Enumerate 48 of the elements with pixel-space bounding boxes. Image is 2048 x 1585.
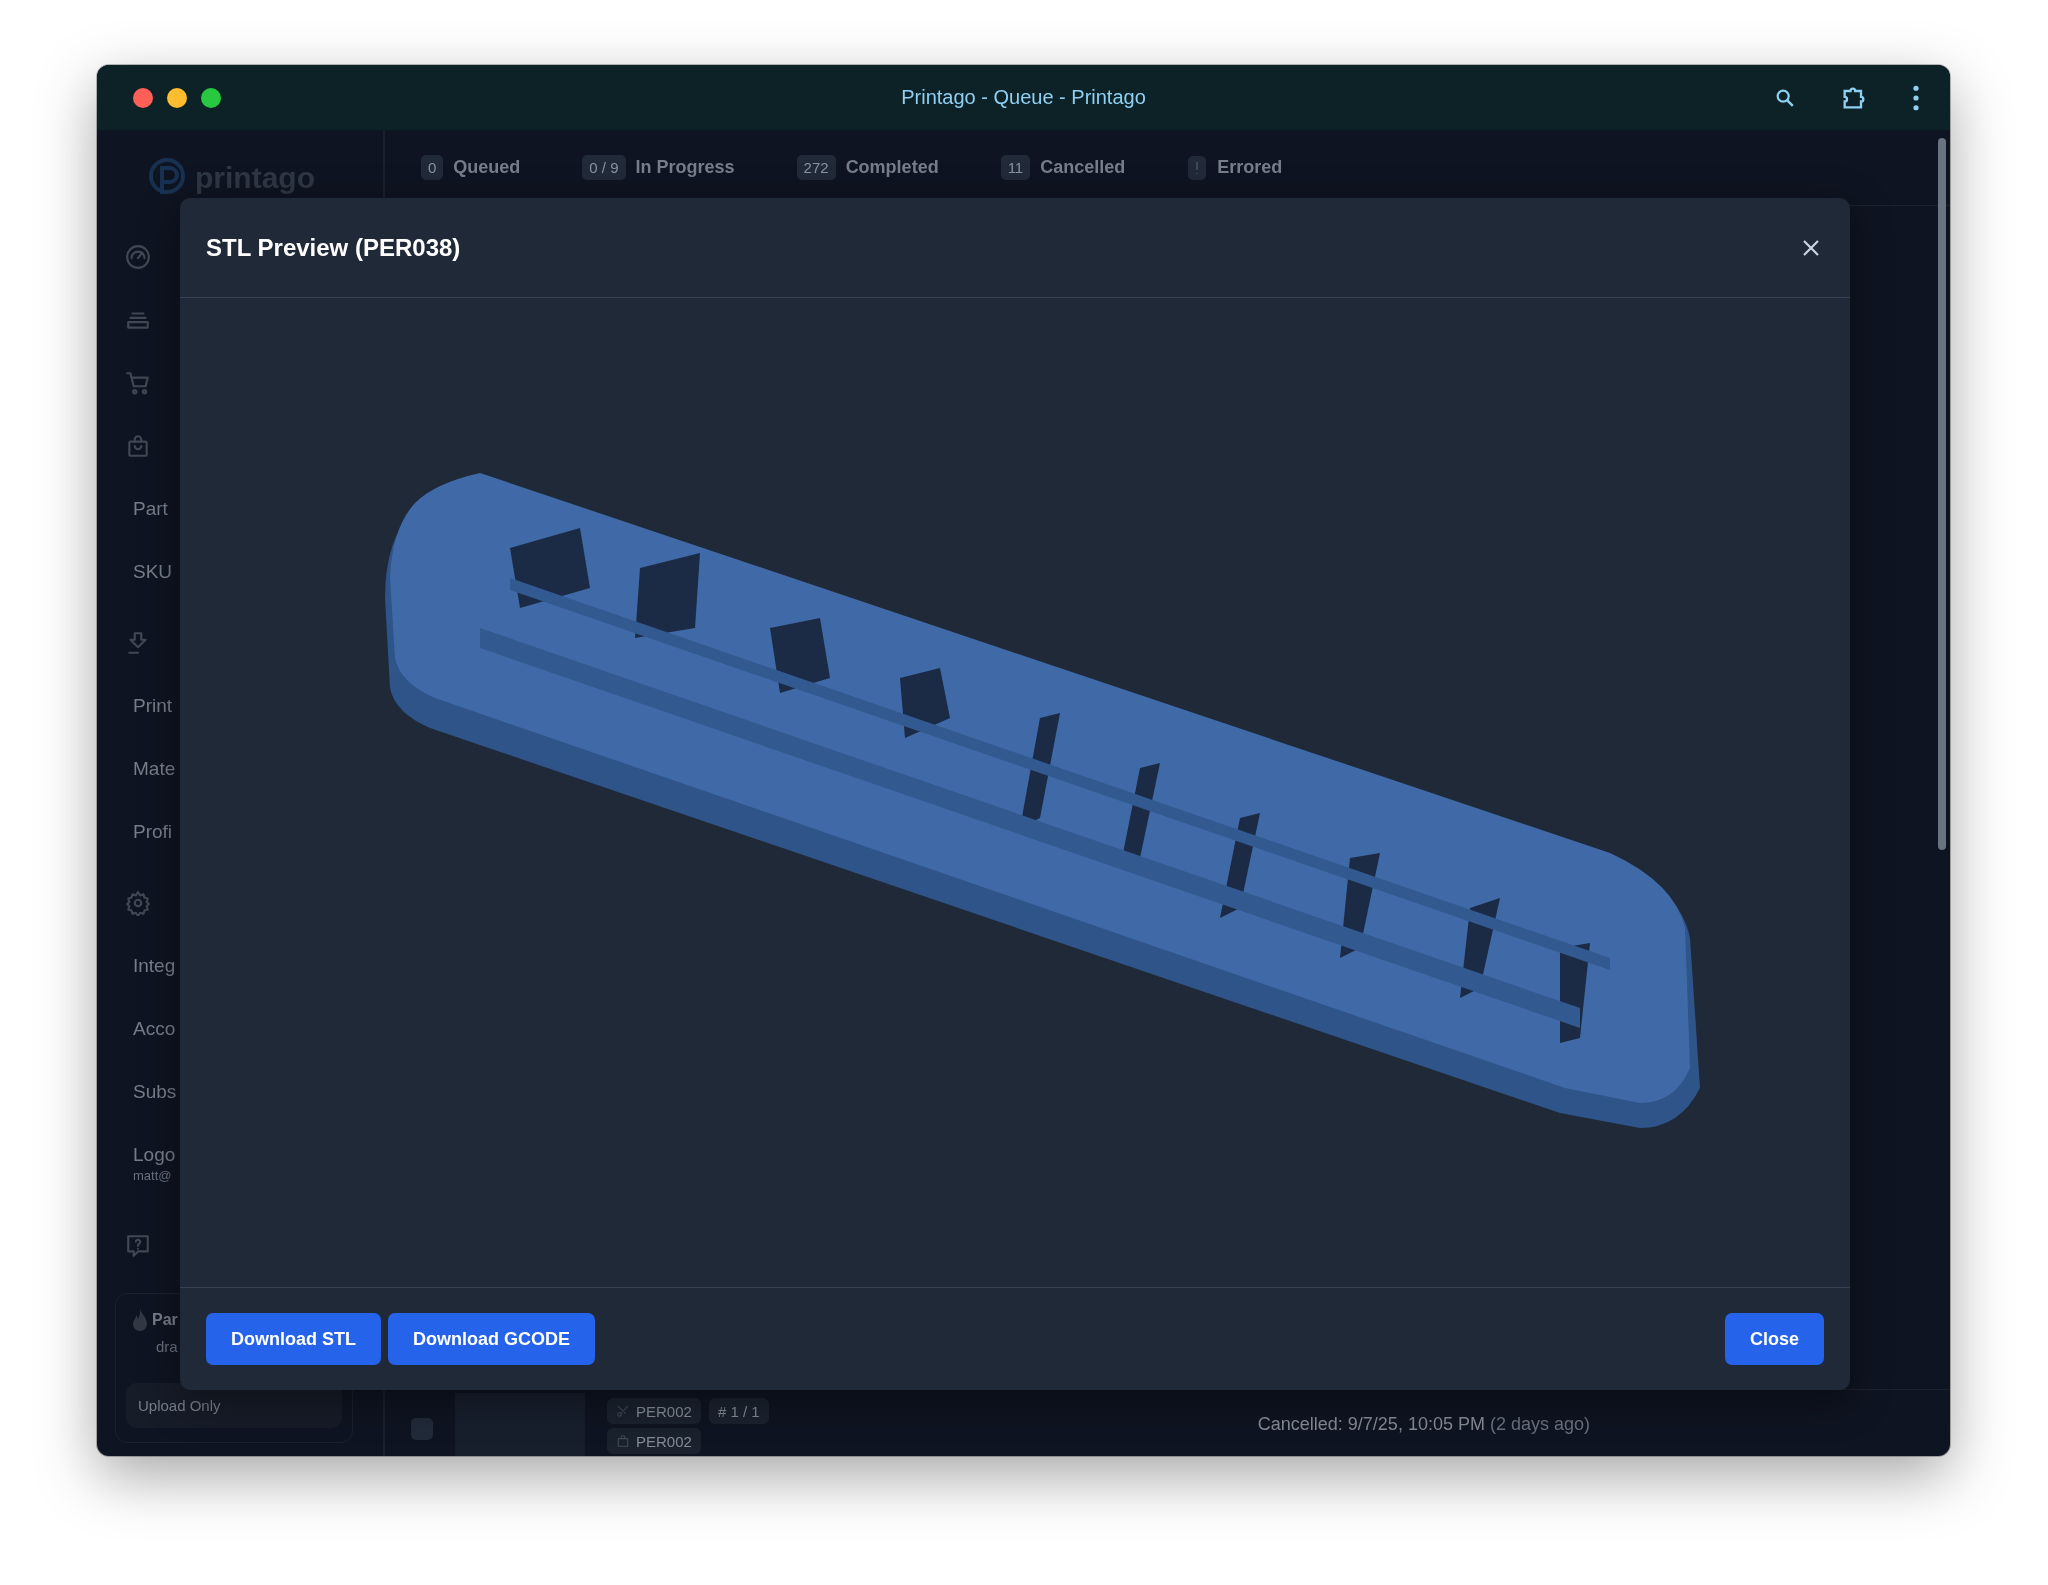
nav-item[interactable]: SKU	[133, 560, 173, 583]
download-button[interactable]: Download STL	[206, 1313, 381, 1365]
queue-tab[interactable]: 0 Queued	[421, 155, 521, 180]
nav-item[interactable]: Part	[133, 497, 168, 520]
queue-tab[interactable]: 272 Completed	[796, 155, 939, 180]
warning-badge-icon	[1187, 154, 1208, 181]
cart-icon	[125, 369, 151, 396]
queue-tab[interactable]: 0 / 9 In Progress	[582, 155, 735, 180]
count-badge: 0	[421, 155, 444, 180]
more-options-icon[interactable]	[1912, 84, 1920, 111]
nav-item[interactable]: Integ	[133, 954, 176, 977]
copies-badge: # 1 / 1	[708, 1398, 769, 1424]
relative-time: (2 days ago)	[1489, 1414, 1590, 1434]
count-badge: 11	[1000, 155, 1031, 180]
model-preview-drawing[interactable]	[385, 473, 1700, 1128]
gauge-icon	[125, 243, 151, 270]
tag-text: PER002	[636, 1432, 692, 1450]
download-button[interactable]: Download GCODE	[388, 1313, 595, 1365]
scissors-icon	[616, 1404, 630, 1418]
tag-text: PER002	[636, 1402, 692, 1420]
queue-tab[interactable]: Errored	[1187, 154, 1283, 181]
gear-icon	[125, 889, 151, 916]
count-badge: 0 / 9	[582, 155, 626, 180]
queue-tab[interactable]: 11 Cancelled	[1000, 155, 1126, 180]
close-icon	[1802, 238, 1820, 257]
row-checkbox[interactable]	[411, 1418, 433, 1440]
plan-title: Par	[152, 1311, 178, 1329]
close-dialog-button[interactable]: Close	[1724, 1313, 1824, 1365]
count-badge: 272	[796, 155, 836, 180]
nav-item[interactable]: Profi	[133, 820, 173, 843]
minimize-window-button[interactable]	[167, 87, 187, 108]
nav-item[interactable]: Acco	[133, 1017, 176, 1040]
help-bubble-icon	[125, 1232, 151, 1259]
window-title: Printago - Queue - Printago	[901, 86, 1146, 108]
nav-item[interactable]: Mate	[133, 757, 176, 780]
scrollbar-thumb[interactable]	[1938, 138, 1946, 850]
status-text: Cancelled: 9/7/25, 10:05 PM	[1257, 1414, 1485, 1434]
nav-item[interactable]: Print	[133, 694, 173, 717]
bag-icon	[616, 1434, 630, 1448]
bag-icon	[125, 432, 151, 459]
close-window-button[interactable]	[133, 87, 153, 108]
dialog-title: STL Preview (PER038)	[206, 233, 461, 262]
nav-item[interactable]: Subs	[133, 1080, 177, 1103]
nav-item[interactable]: Logo	[133, 1143, 176, 1166]
account-email: matt@	[132, 1168, 173, 1185]
plan-subtitle: dra	[156, 1338, 178, 1355]
flame-icon	[132, 1308, 148, 1332]
maximize-window-button[interactable]	[201, 87, 221, 108]
